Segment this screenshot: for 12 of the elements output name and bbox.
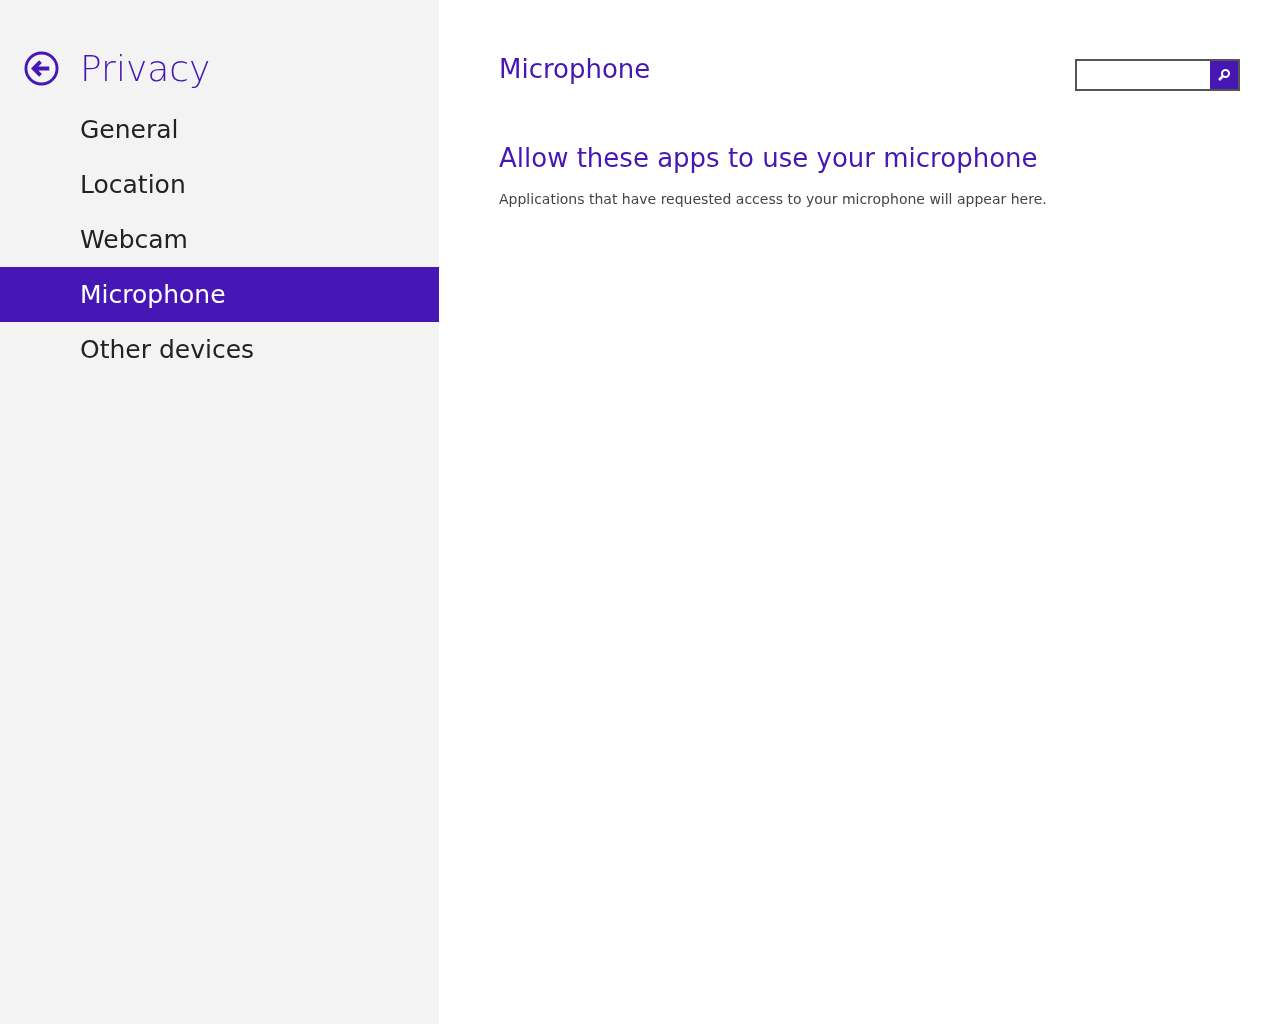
page-title: Microphone <box>499 54 651 84</box>
sidebar-item[interactable]: Location <box>0 157 439 212</box>
search-icon <box>1217 68 1231 82</box>
search-button[interactable] <box>1210 61 1238 89</box>
sidebar-item[interactable]: Microphone <box>0 267 439 322</box>
section-heading: Allow these apps to use your microphone <box>499 143 1039 173</box>
sidebar-item[interactable]: General <box>0 102 439 157</box>
search-field[interactable] <box>1075 59 1240 91</box>
sidebar-item[interactable]: Other devices <box>0 322 439 377</box>
sidebar-title: Privacy <box>80 47 211 89</box>
description-text: Applications that have requested access to your microphone will appear here. <box>499 191 1048 207</box>
sidebar-item[interactable]: Webcam <box>0 212 439 267</box>
